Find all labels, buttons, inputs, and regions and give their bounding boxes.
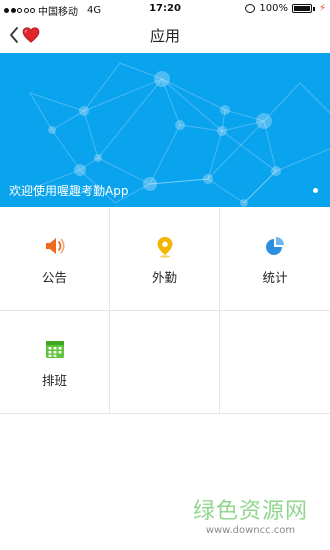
watermark: 绿色资源网 www.downcc.com <box>193 493 308 536</box>
app-label: 外勤 <box>151 270 177 285</box>
app-label: 公告 <box>41 270 67 285</box>
battery-percent: 100% <box>259 3 288 14</box>
carousel-indicator[interactable] <box>313 188 318 193</box>
empty-cell <box>110 311 220 414</box>
pie-chart-icon <box>266 237 284 255</box>
status-bar: 中国移动 4G 17:20 100% ⚡ <box>0 0 330 18</box>
location-pin-icon <box>157 237 172 258</box>
app-label: 排班 <box>41 373 67 388</box>
app-field-work[interactable]: 外勤 <box>110 208 220 311</box>
speaker-icon <box>45 238 65 254</box>
page-title: 应用 <box>149 27 180 45</box>
banner-caption: 欢迎使用喔趣考勤App <box>9 184 129 198</box>
battery-tip <box>312 6 315 11</box>
banner[interactable]: 欢迎使用喔趣考勤App <box>0 53 330 207</box>
calendar-icon <box>45 341 64 358</box>
nav-bar: 应用 <box>0 18 330 52</box>
charging-icon: ⚡ <box>318 3 326 14</box>
rotation-lock-icon <box>245 4 256 13</box>
status-right: 100% ⚡ <box>245 3 326 14</box>
app-announcement[interactable]: 公告 <box>0 208 110 311</box>
watermark-url: www.downcc.com <box>205 525 296 536</box>
app-statistics[interactable]: 统计 <box>220 208 330 311</box>
app-label: 统计 <box>262 270 288 285</box>
battery-icon <box>291 4 312 13</box>
app-schedule[interactable]: 排班 <box>0 311 110 414</box>
watermark-title: 绿色资源网 <box>192 499 308 524</box>
empty-cell <box>220 311 330 414</box>
